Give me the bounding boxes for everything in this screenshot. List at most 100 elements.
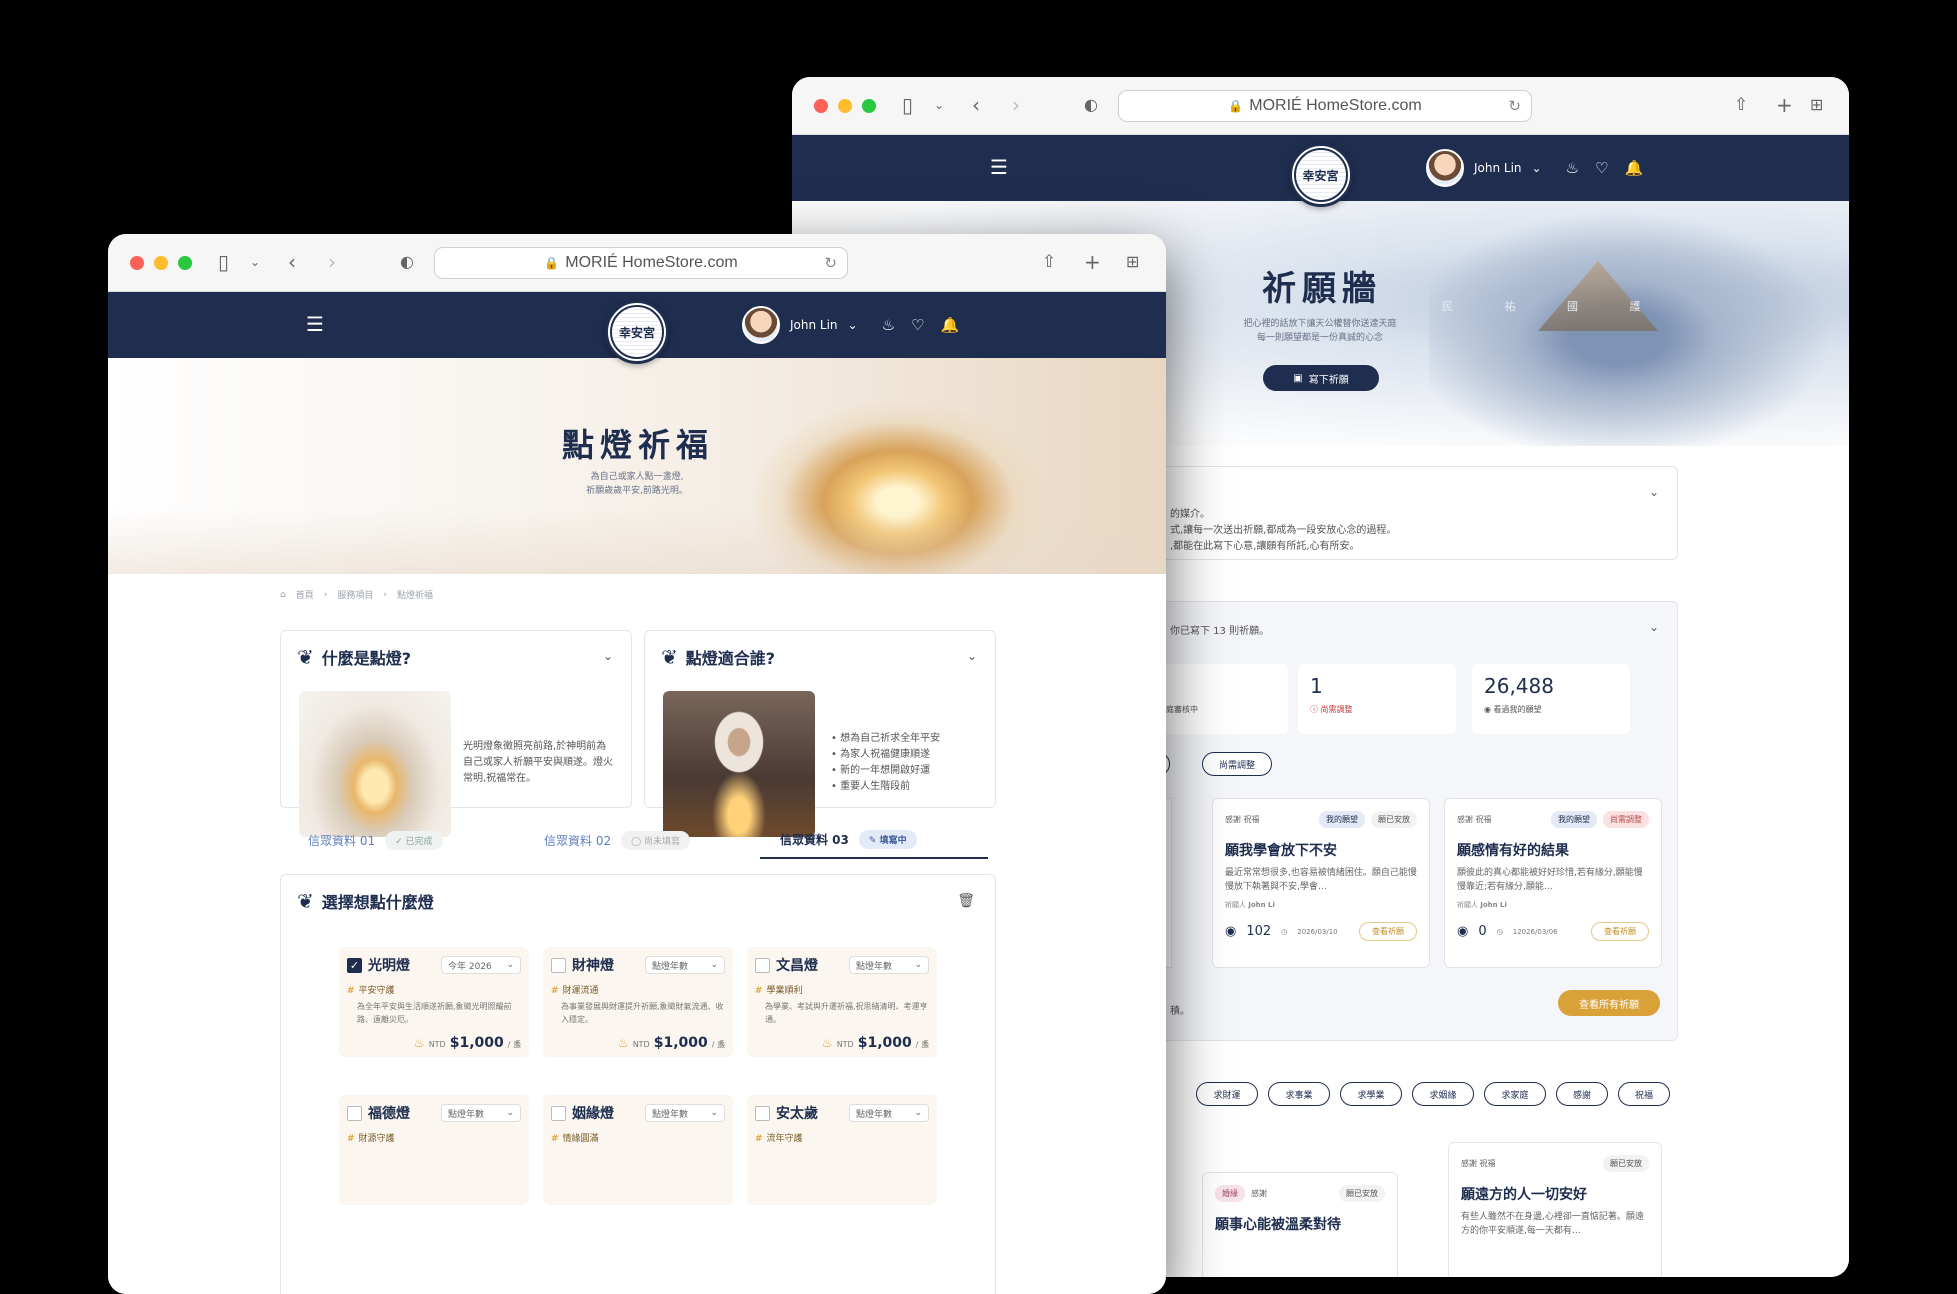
menu-icon[interactable]: ☰ — [306, 312, 324, 336]
status-badge: 願已安放 — [1339, 1185, 1385, 1202]
lamp-option[interactable]: 安太歲 點燈年數 ⌄ # 流年守護 — [747, 1095, 937, 1205]
shield-icon[interactable]: ◐ — [400, 248, 414, 276]
chevron-down-icon[interactable]: ⌄ — [967, 649, 977, 663]
chevron-down-icon[interactable]: ⌄ — [934, 91, 944, 119]
lamp-year-select[interactable]: 點燈年數 ⌄ — [645, 1104, 725, 1122]
lamp-checkbox[interactable] — [755, 957, 770, 973]
close-window-button[interactable] — [130, 256, 144, 270]
chevron-down-icon[interactable]: ⌄ — [603, 649, 613, 663]
lamp-icon[interactable]: ♨ — [882, 316, 895, 334]
trash-icon[interactable]: 🗑 — [957, 893, 975, 909]
list-item: • 重要人生階段前 — [831, 781, 911, 792]
category-pill[interactable]: 求姻緣 — [1412, 1082, 1474, 1106]
category-pill[interactable]: 求財運 — [1196, 1082, 1258, 1106]
category-pill[interactable]: 求學業 — [1340, 1082, 1402, 1106]
water-reflection — [108, 508, 1166, 574]
lamp-year-select[interactable]: 點燈年數 ⌄ — [645, 956, 725, 974]
what-is-lamp-card: ❦ 什麼是點燈? ⌄ 光明燈象徵照亮前路,於神明前為自己或家人祈願平安與順遂。燈火… — [280, 630, 632, 837]
status-badge: ✎ 填寫中 — [858, 830, 917, 849]
chevron-down-icon[interactable]: ⌄ — [250, 248, 260, 276]
tab-overview-icon[interactable]: ⊞ — [1126, 248, 1139, 276]
url-text: MORIÉ HomeStore.com — [565, 254, 738, 271]
lamp-icon[interactable]: ♨ — [1566, 159, 1579, 177]
share-icon[interactable]: ⇧ — [1042, 248, 1056, 276]
category-pill[interactable]: 感謝 — [1556, 1082, 1608, 1106]
wish-card[interactable]: 婚緣 感謝 願已安放 願事心能被溫柔對待 — [1202, 1172, 1398, 1277]
new-tab-icon[interactable]: + — [1084, 248, 1101, 276]
chevron-down-icon: ⌄ — [506, 1108, 514, 1118]
bell-icon[interactable]: 🔔 — [1625, 159, 1644, 177]
lamp-name: 安太歲 — [776, 1106, 818, 1122]
lamp-checkbox[interactable] — [551, 1105, 566, 1121]
temple-logo[interactable]: 幸安宮 — [605, 300, 669, 364]
user-menu[interactable]: John Lin ⌄ ♨ ♡ 🔔 — [1426, 149, 1643, 187]
close-window-button[interactable] — [814, 99, 828, 113]
lamp-option[interactable]: 福德燈 點燈年數 ⌄ # 財源守護 — [339, 1095, 529, 1205]
breadcrumb-item[interactable]: 服務項目 — [337, 588, 373, 601]
lamp-option[interactable]: 文昌燈 點燈年數 ⌄ # 學業順利 為學業、考試與升遷祈福,祝思緒清明、考運亨通。 ♨ NTD… — [747, 947, 937, 1057]
chevron-down-icon[interactable]: ⌄ — [1532, 161, 1542, 175]
chevron-down-icon[interactable]: ⌄ — [848, 318, 858, 332]
wish-card[interactable]: 感謝 祝福 願已安放 願遠方的人一切安好 有些人雖然不在身邊,心裡卻一直惦記著。願… — [1448, 1142, 1662, 1277]
forward-icon[interactable]: › — [1012, 91, 1020, 119]
wish-card[interactable]: 感謝 祝福 我的願望 尚需調整 願感情有好的結果 願彼此的真心都能被好好珍惜,若有緣… — [1444, 798, 1662, 968]
write-wish-button[interactable]: ▣ 寫下祈願 — [1263, 365, 1379, 391]
lamp-checkbox[interactable]: ✓ — [347, 957, 362, 973]
lamp-checkbox[interactable] — [551, 957, 566, 973]
lamp-checkbox[interactable] — [347, 1105, 362, 1121]
tab-devotee-03[interactable]: 信眾資料 03 ✎ 填寫中 — [760, 830, 988, 859]
breadcrumb-item[interactable]: 首頁 — [296, 588, 314, 601]
chevron-down-icon[interactable]: ⌄ — [1649, 620, 1659, 634]
temple-logo[interactable]: 幸安宮 — [1288, 143, 1353, 207]
back-icon[interactable]: ‹ — [288, 248, 296, 276]
wish-author-name: John Li — [1248, 901, 1275, 909]
lamp-option[interactable]: 財神燈 點燈年數 ⌄ # 財運流通 為事業發展與財運提升祈願,象徵財氣流通、收入穩定。 ♨ N… — [543, 947, 733, 1057]
view-wish-button[interactable]: 查看祈願 — [1591, 922, 1649, 941]
user-menu[interactable]: John Lin ⌄ ♨ ♡ 🔔 — [742, 306, 959, 344]
sidebar-toggle-icon[interactable]: ▯ — [902, 91, 913, 119]
lamp-price: ♨ NTD $1,000/ 盞 — [822, 1035, 929, 1051]
filter-pill[interactable]: 尚需調整 — [1202, 752, 1272, 776]
browser-chrome: ▯ ⌄ ‹ › ◐ 🔒 MORIÉ HomeStore.com ↻ ⇧ + ⊞ — [792, 77, 1849, 135]
sidebar-toggle-icon[interactable]: ▯ — [218, 248, 229, 276]
view-wish-button[interactable]: 查看祈願 — [1359, 922, 1417, 941]
heart-icon[interactable]: ♡ — [1595, 159, 1608, 177]
minimize-window-button[interactable] — [838, 99, 852, 113]
lamp-checkbox[interactable] — [755, 1105, 770, 1121]
share-icon[interactable]: ⇧ — [1734, 91, 1748, 119]
category-pill[interactable]: 求家庭 — [1484, 1082, 1546, 1106]
maximize-window-button[interactable] — [862, 99, 876, 113]
maximize-window-button[interactable] — [178, 256, 192, 270]
avatar[interactable] — [1426, 149, 1464, 187]
lamp-option[interactable]: 姻緣燈 點燈年數 ⌄ # 情緣圓滿 — [543, 1095, 733, 1205]
new-tab-icon[interactable]: + — [1776, 91, 1793, 119]
home-icon[interactable]: ⌂ — [280, 590, 286, 600]
wish-card[interactable]: 感謝 祝福 我的願望 願已安放 願我學會放下不安 最近常常想很多,也容易被情緒困住。… — [1212, 798, 1430, 968]
lamp-year-select[interactable]: 點燈年數 ⌄ — [849, 956, 929, 974]
heart-icon[interactable]: ♡ — [911, 316, 924, 334]
tab-overview-icon[interactable]: ⊞ — [1810, 91, 1823, 119]
bell-icon[interactable]: 🔔 — [941, 316, 960, 334]
lamp-tag-text: 學業順利 — [766, 986, 803, 996]
address-bar[interactable]: 🔒 MORIÉ HomeStore.com ↻ — [434, 247, 848, 279]
lamp-year-select[interactable]: 點燈年數 ⌄ — [849, 1104, 929, 1122]
menu-icon[interactable]: ☰ — [990, 155, 1008, 179]
back-icon[interactable]: ‹ — [972, 91, 980, 119]
category-pill[interactable]: 祝福 — [1618, 1082, 1670, 1106]
tab-devotee-01[interactable]: 信眾資料 01 ✓ 已完成 — [288, 830, 524, 859]
address-bar[interactable]: 🔒 MORIÉ HomeStore.com ↻ — [1118, 90, 1532, 122]
lamp-price: ♨ NTD $1,000/ 盞 — [618, 1035, 725, 1051]
avatar[interactable] — [742, 306, 780, 344]
category-pill[interactable]: 求事業 — [1268, 1082, 1330, 1106]
chevron-down-icon[interactable]: ⌄ — [1649, 485, 1659, 499]
forward-icon[interactable]: › — [328, 248, 336, 276]
lamp-year-select[interactable]: 點燈年數 ⌄ — [441, 1104, 521, 1122]
lamp-option[interactable]: ✓ 光明燈 今年 2026 ⌄ # 平安守護 為全年平安與生活順遂祈願,象徵光明照耀前路、遠… — [339, 947, 529, 1057]
tab-devotee-02[interactable]: 信眾資料 02 ◯ 尚未填寫 — [524, 830, 760, 859]
minimize-window-button[interactable] — [154, 256, 168, 270]
reload-icon[interactable]: ↻ — [824, 254, 837, 272]
view-all-wishes-button[interactable]: 查看所有祈願 — [1558, 990, 1660, 1016]
reload-icon[interactable]: ↻ — [1508, 97, 1521, 115]
shield-icon[interactable]: ◐ — [1084, 91, 1098, 119]
lamp-year-select[interactable]: 今年 2026 ⌄ — [441, 956, 521, 974]
